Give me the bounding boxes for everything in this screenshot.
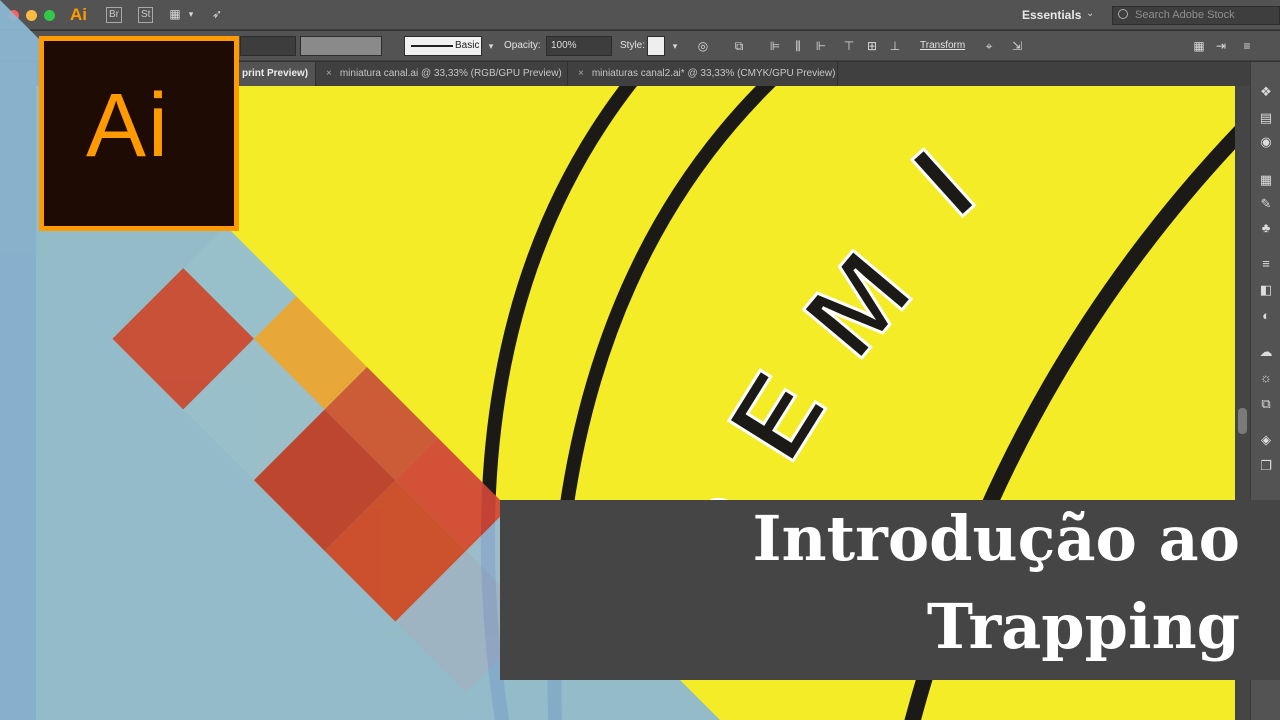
logo-text: Ai — [86, 76, 171, 176]
chevron-down-icon[interactable]: ⌄ — [1086, 8, 1094, 19]
graphic-styles-icon[interactable]: ⧉ — [1258, 396, 1274, 412]
appearance-icon[interactable]: ☼ — [1258, 370, 1274, 386]
transparency-icon[interactable]: ◐ — [1258, 308, 1274, 324]
hamburger-menu-icon[interactable]: ≡ — [1240, 39, 1254, 53]
align-right-icon[interactable]: ⊩ — [814, 39, 828, 53]
navigator-icon[interactable]: ◉ — [1258, 134, 1274, 150]
artwork-letter: M — [781, 230, 934, 379]
align-left-icon[interactable]: ⊫ — [768, 39, 782, 53]
search-input[interactable]: Search Adobe Stock — [1112, 6, 1280, 25]
illustrator-logo: Ai — [39, 36, 239, 231]
grid-icon[interactable]: ▦ — [1192, 39, 1206, 53]
isolate-icon[interactable]: ⌖ — [982, 39, 996, 53]
align-middle-icon[interactable]: ⊞ — [865, 39, 879, 53]
symbols-icon[interactable]: ♣ — [1258, 220, 1274, 236]
workspace-switcher[interactable]: Essentials — [1022, 8, 1081, 22]
swatches-icon[interactable]: ▦ — [1258, 172, 1274, 188]
brushes-icon[interactable]: ✎ — [1258, 196, 1274, 212]
stroke-icon[interactable]: ≡ — [1258, 256, 1274, 272]
document-info-icon[interactable]: ▤ — [1258, 110, 1274, 126]
align-bottom-icon[interactable]: ⊥ — [888, 39, 902, 53]
align-to-icon[interactable]: ⧉ — [732, 39, 746, 53]
align-top-icon[interactable]: ⊤ — [842, 39, 856, 53]
libraries-icon[interactable]: ☁ — [1258, 344, 1274, 360]
scrollbar-thumb[interactable] — [1238, 408, 1247, 434]
banner-title-line-2: Trapping — [926, 590, 1240, 663]
panel-menu-icon[interactable]: ⇥ — [1214, 39, 1228, 53]
search-icon — [1118, 9, 1128, 19]
transform-link[interactable]: Transform — [920, 40, 965, 51]
banner-title-line-1: Introdução ao — [752, 502, 1240, 575]
gradient-icon[interactable]: ◧ — [1258, 282, 1274, 298]
artboards-icon[interactable]: ❐ — [1258, 458, 1274, 474]
artwork-letter: E — [705, 352, 848, 479]
layers-icon[interactable]: ◈ — [1258, 432, 1274, 448]
align-center-icon[interactable]: ⫼ — [791, 39, 805, 53]
artwork-letter: I — [891, 127, 996, 239]
color-guide-icon[interactable]: ❖ — [1258, 84, 1274, 100]
options-icon[interactable]: ⇲ — [1010, 39, 1024, 53]
